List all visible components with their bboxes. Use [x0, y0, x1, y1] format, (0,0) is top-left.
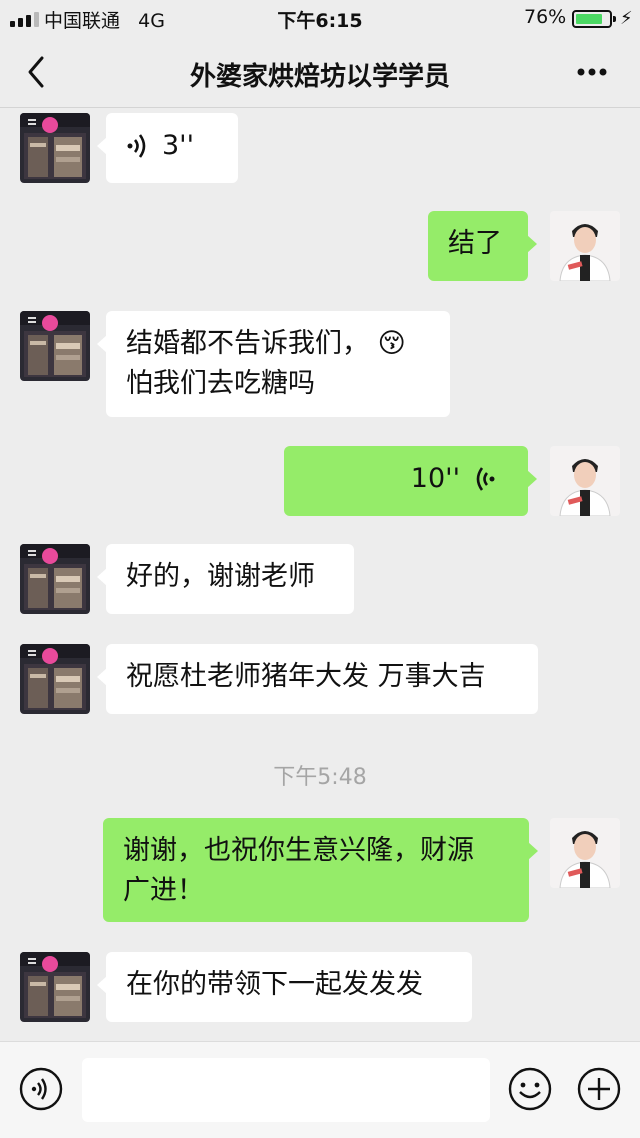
emoji-button[interactable]: [507, 1066, 553, 1112]
voice-duration: 3'': [162, 130, 195, 161]
voice-mode-button[interactable]: [18, 1066, 64, 1112]
battery-percent: 76%: [524, 6, 567, 28]
charging-icon: ⚡: [620, 8, 633, 29]
avatar[interactable]: [20, 311, 90, 381]
more-button[interactable]: [570, 54, 620, 90]
status-bar: 中国联通 4G 下午6:15 76% ⚡: [0, 0, 640, 36]
voice-mode-icon: [19, 1067, 63, 1111]
shop-avatar-image: [20, 644, 90, 714]
message-list[interactable]: 3'' 结了 结婚都不告诉我们， 😚 怕我们去吃糖吗 10'' 好的，谢谢老师 …: [0, 109, 640, 1041]
voice-message[interactable]: 10'': [284, 446, 537, 516]
battery-icon: [572, 10, 616, 28]
shop-avatar-image: [20, 113, 90, 183]
message-bubble[interactable]: 结婚都不告诉我们， 😚 怕我们去吃糖吗: [97, 311, 450, 417]
message-text: 结了: [448, 228, 502, 259]
more-dots-icon: [577, 68, 607, 76]
teacher-avatar-image: [550, 818, 620, 888]
voice-message[interactable]: 3'': [97, 113, 238, 183]
avatar[interactable]: [20, 113, 90, 183]
shop-avatar-image: [20, 952, 90, 1022]
message-input[interactable]: [82, 1058, 490, 1122]
voice-duration: 10'': [410, 463, 460, 494]
message-text: 谢谢，也祝你生意兴隆，财源: [123, 835, 474, 866]
plus-icon: [577, 1067, 621, 1111]
message-text: 怕我们去吃糖吗: [126, 368, 315, 399]
more-functions-button[interactable]: [576, 1066, 622, 1112]
voice-wave-icon: [127, 134, 146, 158]
emoji-icon: [508, 1067, 552, 1111]
message-text: 广进！: [123, 875, 204, 906]
message-bubble[interactable]: 祝愿杜老师猪年大发 万事大吉: [97, 644, 538, 714]
chat-header: 外婆家烘焙坊以学学员: [0, 36, 640, 108]
message-bubble[interactable]: 好的，谢谢老师: [97, 544, 354, 614]
message-timestamp: 下午5:48: [273, 765, 367, 790]
avatar[interactable]: [20, 952, 90, 1022]
chat-title: 外婆家烘焙坊以学学员: [189, 62, 450, 92]
voice-wave-icon: [476, 467, 495, 491]
message-text: 结婚都不告诉我们，: [126, 328, 369, 359]
kiss-emoji: 😚: [377, 328, 406, 359]
message-bubble[interactable]: 在你的带领下一起发发发: [97, 952, 472, 1022]
teacher-avatar-image: [550, 211, 620, 281]
message-bubble[interactable]: 结了: [428, 211, 537, 281]
input-bar: [0, 1041, 640, 1138]
teacher-avatar-image: [550, 446, 620, 516]
avatar[interactable]: [550, 818, 620, 888]
avatar[interactable]: [20, 544, 90, 614]
avatar[interactable]: [20, 644, 90, 714]
shop-avatar-image: [20, 544, 90, 614]
message-bubble[interactable]: 谢谢，也祝你生意兴隆，财源 广进！: [103, 818, 538, 922]
avatar[interactable]: [550, 446, 620, 516]
message-text: 在你的带领下一起发发发: [126, 969, 423, 1000]
message-text: 祝愿杜老师猪年大发 万事大吉: [126, 661, 486, 692]
message-text: 好的，谢谢老师: [126, 561, 315, 592]
shop-avatar-image: [20, 311, 90, 381]
avatar[interactable]: [550, 211, 620, 281]
